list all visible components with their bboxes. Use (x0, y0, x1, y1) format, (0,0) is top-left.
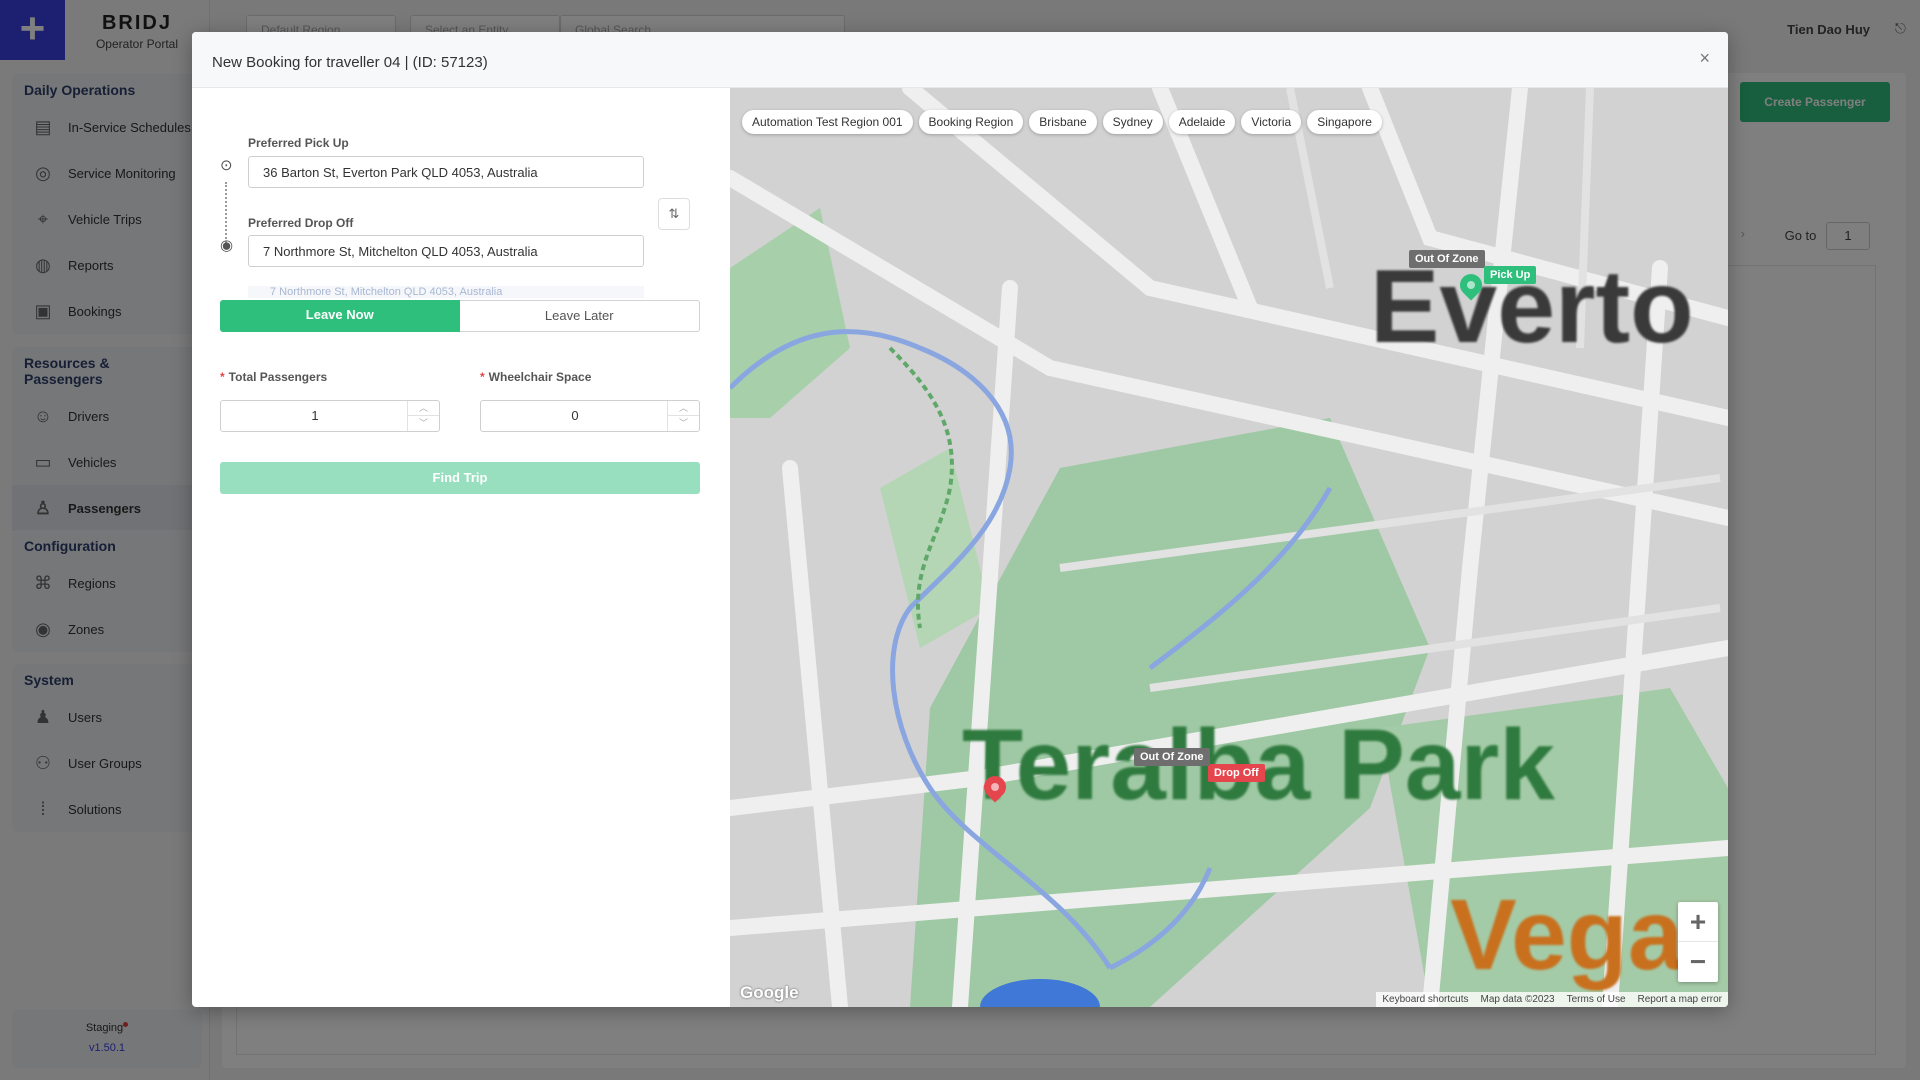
location-pin-icon: ◉ (220, 237, 234, 254)
region-chip[interactable]: Singapore (1307, 110, 1382, 134)
pickup-tag: Pick Up (1484, 266, 1537, 284)
decrement-icon[interactable]: ﹀ (408, 416, 439, 431)
new-booking-modal: New Booking for traveller 04 | (ID: 5712… (192, 32, 1728, 1007)
find-trip-button[interactable]: Find Trip (220, 462, 700, 494)
modal-header: New Booking for traveller 04 | (ID: 5712… (192, 32, 1728, 88)
dropoff-input[interactable]: 7 Northmore St, Mitchelton QLD 4053, Aus… (248, 235, 644, 267)
swap-locations-icon[interactable]: ⇅ (658, 198, 690, 230)
total-passengers-value[interactable]: 1 (221, 401, 409, 431)
map-tiles (730, 88, 1728, 1007)
pickup-input[interactable]: 36 Barton St, Everton Park QLD 4053, Aus… (248, 156, 644, 188)
dropoff-label: Preferred Drop Off (248, 216, 354, 230)
wheelchair-space-value[interactable]: 0 (481, 401, 669, 431)
booking-form: Preferred Pick Up ⊙ 36 Barton St, Everto… (192, 88, 730, 1007)
decrement-icon[interactable]: ﹀ (668, 416, 699, 431)
terms-link[interactable]: Terms of Use (1561, 992, 1632, 1007)
region-chip[interactable]: Automation Test Region 001 (742, 110, 913, 134)
map[interactable]: Automation Test Region 001 Booking Regio… (730, 88, 1728, 1007)
map-place-label: Vega (1450, 879, 1684, 991)
location-pin-icon: ⊙ (220, 157, 233, 174)
keyboard-shortcuts-link[interactable]: Keyboard shortcuts (1376, 992, 1474, 1007)
zoom-in-button[interactable]: + (1678, 902, 1718, 942)
google-logo: Google (740, 983, 799, 1002)
zoom-out-button[interactable]: − (1678, 942, 1718, 982)
modal-title: New Booking for traveller 04 | (ID: 5712… (212, 54, 488, 71)
increment-icon[interactable]: ︿ (668, 401, 699, 416)
region-chip[interactable]: Adelaide (1168, 110, 1236, 134)
map-data-text: Map data ©2023 (1480, 994, 1555, 1005)
wheelchair-space-stepper[interactable]: 0 ︿ ﹀ (480, 400, 700, 432)
region-chip[interactable]: Victoria (1241, 110, 1302, 134)
region-chip[interactable]: Brisbane (1029, 110, 1097, 134)
total-passengers-label: * Total Passengers (220, 370, 328, 384)
dropoff-tag: Drop Off (1208, 764, 1265, 782)
leave-now-button[interactable]: Leave Now (220, 300, 460, 332)
close-icon[interactable]: × (1699, 48, 1710, 69)
departure-toggle: Leave Now Leave Later (220, 300, 700, 332)
address-suggestion[interactable]: 7 Northmore St, Mitchelton QLD 4053, Aus… (248, 286, 644, 298)
leave-later-button[interactable]: Leave Later (459, 300, 700, 332)
pickup-zone-tag: Out Of Zone (1409, 250, 1485, 268)
pickup-label: Preferred Pick Up (248, 136, 349, 150)
dropoff-zone-tag: Out Of Zone (1134, 748, 1210, 766)
zoom-controls: + − (1678, 902, 1718, 982)
region-chip[interactable]: Sydney (1102, 110, 1163, 134)
region-chip[interactable]: Booking Region (918, 110, 1024, 134)
wheelchair-space-label: * Wheelchair Space (480, 370, 592, 384)
increment-icon[interactable]: ︿ (408, 401, 439, 416)
total-passengers-stepper[interactable]: 1 ︿ ﹀ (220, 400, 440, 432)
map-attribution: Keyboard shortcuts Map data ©2023 Terms … (1376, 992, 1728, 1007)
region-chips: Automation Test Region 001 Booking Regio… (742, 110, 1382, 134)
report-error-link[interactable]: Report a map error (1632, 992, 1728, 1007)
